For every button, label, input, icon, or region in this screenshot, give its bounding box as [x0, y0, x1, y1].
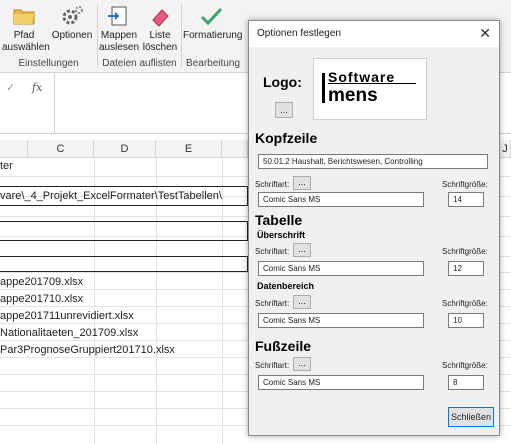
eraser-icon [152, 9, 169, 27]
folder-icon [13, 9, 35, 25]
schliessen-button[interactable]: Schließen [448, 407, 494, 427]
ueberschrift-size-field[interactable]: 12 [448, 261, 484, 276]
logo-bar [322, 73, 325, 103]
datenbereich-size-label: Schriftgröße: [442, 299, 488, 308]
datenbereich-heading: Datenbereich [257, 281, 315, 291]
ueberschrift-size-label: Schriftgröße: [442, 247, 488, 256]
optionen-label: Optionen [51, 30, 93, 41]
mappen-auslesen-label: Mappen auslesen [99, 30, 140, 53]
formatierung-button[interactable]: Formatierung [183, 2, 243, 58]
group-label-dateien-auflisten: Dateien auflisten [102, 58, 177, 69]
kopfzeile-font-field[interactable]: Comic Sans MS [258, 192, 424, 207]
kopfzeile-text-field[interactable]: 50.01.2 Haushalt, Berichtswesen, Control… [258, 154, 488, 169]
gear-icon [62, 6, 83, 25]
ueberschrift-heading: Überschrift [257, 230, 306, 240]
group-label-einstellungen: Einstellungen [18, 58, 79, 69]
column-header-e[interactable]: E [156, 140, 222, 158]
ueberschrift-font-label: Schriftart: [255, 247, 290, 256]
cell-file[interactable]: Par3PrognoseGruppiert201710.xlsx [0, 340, 175, 360]
fusszeile-size-label: Schriftgröße: [442, 361, 488, 370]
logo-label: Logo: [263, 74, 302, 90]
fusszeile-size-field[interactable]: 8 [448, 375, 484, 390]
logo-text-bottom: mens [328, 85, 378, 106]
group-label-bearbeitung: Bearbeitung [186, 58, 240, 69]
column-header-c[interactable]: C [28, 140, 94, 158]
logo-divider [328, 83, 416, 84]
formula-separator [54, 73, 55, 133]
column-header-j[interactable]: J [500, 140, 511, 158]
mappen-auslesen-button[interactable]: Mappen auslesen [99, 2, 139, 58]
fusszeile-heading: Fußzeile [255, 338, 312, 354]
kopfzeile-heading: Kopfzeile [255, 130, 318, 146]
fusszeile-font-label: Schriftart: [255, 361, 290, 370]
ueberschrift-font-button[interactable]: ... [293, 243, 311, 257]
kopfzeile-size-field[interactable]: 14 [448, 192, 484, 207]
import-icon [108, 6, 127, 26]
logo-browse-button[interactable]: ... [275, 102, 293, 118]
cell-border-box [0, 221, 248, 241]
optionen-button[interactable]: Optionen [50, 2, 94, 58]
column-header-d[interactable]: D [94, 140, 156, 158]
formula-confirm-icon[interactable]: ✓ [6, 81, 15, 94]
datenbereich-font-button[interactable]: ... [293, 295, 311, 309]
ueberschrift-font-field[interactable]: Comic Sans MS [258, 261, 424, 276]
pfad-auswaehlen-button[interactable]: Pfad auswählen [2, 2, 50, 58]
cell-path[interactable]: vare\_4_Projekt_ExcelFormater\TestTabell… [0, 186, 222, 206]
fusszeile-font-field[interactable]: Comic Sans MS [258, 375, 424, 390]
kopfzeile-font-label: Schriftart: [255, 180, 290, 189]
cell-text[interactable]: ter [0, 156, 13, 176]
fusszeile-font-button[interactable]: ... [293, 357, 311, 371]
formatierung-label: Formatierung [183, 30, 243, 41]
datenbereich-font-label: Schriftart: [255, 299, 290, 308]
options-dialog: Optionen festlegen ✕ Logo: ... Software … [248, 20, 500, 436]
logo-image: Software mens [313, 58, 427, 120]
liste-loeschen-label: Liste löschen [142, 30, 178, 53]
pfad-auswaehlen-label: Pfad auswählen [2, 30, 50, 53]
dialog-title: Optionen festlegen [257, 28, 341, 39]
close-icon[interactable]: ✕ [479, 25, 491, 42]
liste-loeschen-button[interactable]: Liste löschen [141, 2, 179, 58]
cell-border-box [0, 256, 248, 272]
datenbereich-size-field[interactable]: 10 [448, 313, 484, 328]
dialog-titlebar: Optionen festlegen ✕ [249, 21, 499, 47]
datenbereich-font-field[interactable]: Comic Sans MS [258, 313, 424, 328]
checkmark-icon [200, 7, 223, 26]
column-header[interactable] [222, 140, 248, 158]
kopfzeile-font-button[interactable]: ... [293, 176, 311, 190]
tabelle-heading: Tabelle [255, 212, 303, 228]
fx-icon[interactable]: fx [32, 81, 42, 94]
kopfzeile-size-label: Schriftgröße: [442, 180, 488, 189]
